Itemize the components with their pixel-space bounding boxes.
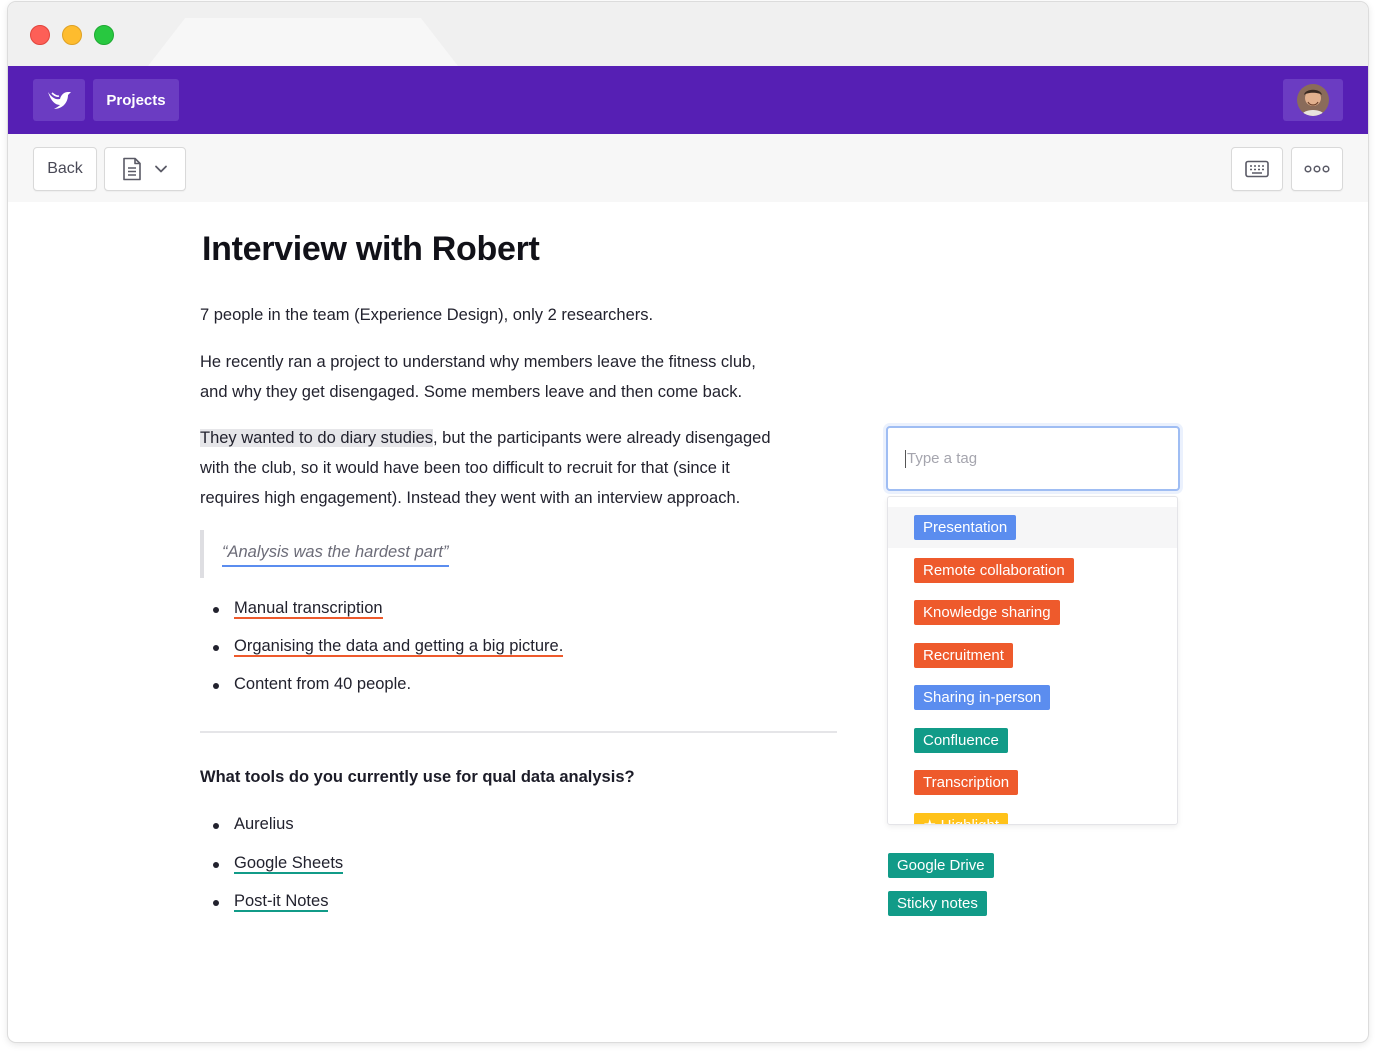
highlighted-text[interactable]: They wanted to do diary studies bbox=[200, 429, 433, 447]
document-icon bbox=[123, 157, 141, 181]
paragraph-line: with the club, so it would have been too… bbox=[200, 459, 730, 477]
paragraph-line: requires high engagement). Instead they … bbox=[200, 489, 741, 507]
avatar bbox=[1297, 84, 1329, 116]
browser-tab[interactable] bbox=[148, 18, 458, 66]
paragraph-text: , but the participants were already dise… bbox=[432, 429, 771, 447]
minimize-window-button[interactable] bbox=[62, 25, 82, 45]
list-item[interactable]: Aurelius bbox=[234, 815, 294, 833]
section-heading[interactable]: What tools do you currently use for qual… bbox=[200, 768, 635, 787]
chevron-down-icon bbox=[155, 165, 167, 173]
blockquote[interactable]: “Analysis was the hardest part” bbox=[222, 540, 449, 567]
paragraph[interactable]: He recently ran a project to understand … bbox=[200, 347, 850, 407]
tag-option-confluence[interactable]: Confluence bbox=[914, 728, 1008, 753]
list-item[interactable]: Content from 40 people. bbox=[234, 675, 411, 693]
bullet bbox=[213, 683, 219, 689]
bullet bbox=[213, 645, 219, 651]
app-header: Projects bbox=[8, 66, 1368, 134]
maximize-window-button[interactable] bbox=[94, 25, 114, 45]
bullet bbox=[213, 900, 219, 906]
paragraph[interactable]: 7 people in the team (Experience Design)… bbox=[200, 300, 850, 330]
bullet bbox=[213, 607, 219, 613]
tag-option-remote-collaboration[interactable]: Remote collaboration bbox=[914, 558, 1074, 583]
tag-option-knowledge-sharing[interactable]: Knowledge sharing bbox=[914, 600, 1060, 625]
tag-option-highlight[interactable]: ★ Highlight bbox=[914, 813, 1008, 824]
paragraph-line: and why they get disengaged. Some member… bbox=[200, 383, 743, 401]
more-icon bbox=[1304, 165, 1330, 173]
list-item[interactable]: Organising the data and getting a big pi… bbox=[234, 637, 564, 657]
tag-option-recruitment[interactable]: Recruitment bbox=[914, 643, 1013, 668]
applied-tag-sticky-notes[interactable]: Sticky notes bbox=[888, 891, 987, 916]
star-icon: ★ bbox=[923, 817, 941, 824]
more-options-button[interactable] bbox=[1291, 147, 1343, 191]
back-button[interactable]: Back bbox=[33, 147, 97, 191]
tag-option-label: Highlight bbox=[941, 817, 999, 824]
keyboard-icon bbox=[1245, 160, 1269, 178]
document-toolbar: Back bbox=[8, 134, 1368, 202]
text-caret bbox=[905, 449, 906, 468]
divider bbox=[200, 731, 837, 733]
document-title[interactable]: Interview with Robert bbox=[202, 230, 540, 269]
title-bar bbox=[8, 2, 1368, 66]
app-window: Projects Back Interview with Robert 7 pe… bbox=[8, 2, 1368, 1042]
user-menu-button[interactable] bbox=[1283, 79, 1343, 121]
list-item[interactable]: Google Sheets bbox=[234, 854, 344, 874]
bird-logo-icon bbox=[48, 92, 71, 109]
tag-option-presentation[interactable]: Presentation bbox=[914, 515, 1017, 540]
document-type-dropdown[interactable] bbox=[104, 147, 186, 191]
projects-button[interactable]: Projects bbox=[93, 79, 179, 121]
tag-input-placeholder: Type a tag bbox=[907, 450, 978, 467]
tag-search-input[interactable]: Type a tag bbox=[886, 426, 1180, 491]
keyboard-shortcuts-button[interactable] bbox=[1231, 147, 1283, 191]
bullet bbox=[213, 862, 219, 868]
close-window-button[interactable] bbox=[30, 25, 50, 45]
tag-suggestions-dropdown[interactable]: Presentation Remote collaboration Knowle… bbox=[887, 496, 1178, 825]
applied-tag-google-drive[interactable]: Google Drive bbox=[888, 853, 994, 878]
list-item[interactable]: Post-it Notes bbox=[234, 892, 329, 912]
blockquote-bar bbox=[200, 530, 204, 578]
logo-button[interactable] bbox=[33, 79, 85, 121]
paragraph-line: He recently ran a project to understand … bbox=[200, 353, 756, 371]
tag-option-sharing-in-person[interactable]: Sharing in-person bbox=[914, 685, 1051, 710]
list-item[interactable]: Manual transcription bbox=[234, 599, 383, 619]
paragraph[interactable]: They wanted to do diary studies, but the… bbox=[200, 423, 850, 513]
paragraph-line: They wanted to do diary studies, but the… bbox=[200, 423, 850, 453]
bullet bbox=[213, 823, 219, 829]
tag-option-transcription[interactable]: Transcription bbox=[914, 770, 1019, 795]
